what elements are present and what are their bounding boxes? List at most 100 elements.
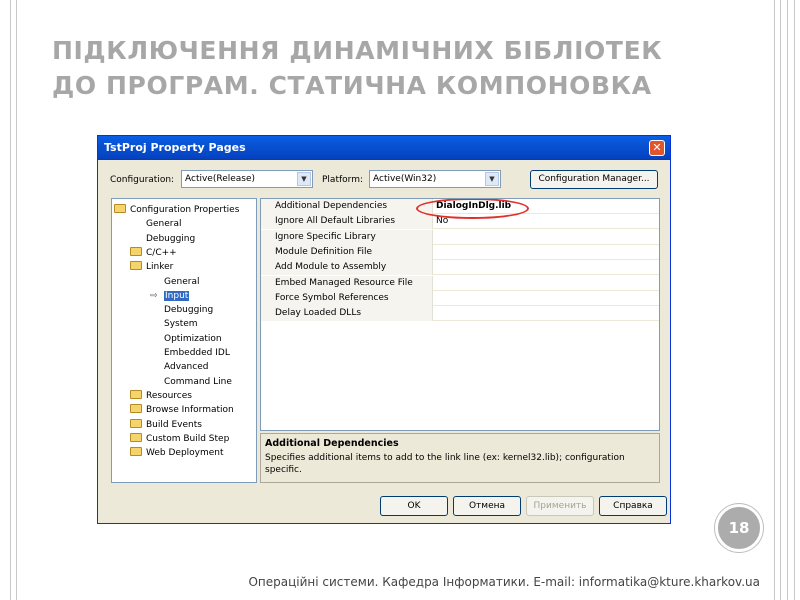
property-row[interactable]: Ignore All Default Libraries No [261, 214, 659, 230]
tree-item[interactable]: General [146, 217, 181, 231]
tree-item-label: Command Line [164, 376, 232, 387]
tree-item-label: Configuration Properties [130, 205, 240, 215]
platform-label: Platform: [322, 175, 363, 185]
property-row[interactable]: Delay Loaded DLLs [261, 306, 659, 322]
property-value[interactable]: DialogInDlg.lib [434, 199, 659, 214]
property-name: Embed Managed Resource File [261, 275, 433, 291]
frame-line-right-4 [794, 0, 795, 600]
chevron-down-icon[interactable]: ▼ [297, 172, 311, 186]
configuration-label: Configuration: [110, 175, 175, 185]
property-name: Delay Loaded DLLs [261, 306, 433, 322]
configuration-select[interactable]: Active(Release) ▼ [181, 170, 313, 188]
close-icon[interactable]: ✕ [649, 140, 665, 156]
tree-item-label: Browse Information [146, 405, 234, 416]
tree-item-label: Custom Build Step [146, 433, 230, 444]
tree-item-label: Optimization [164, 333, 222, 344]
tree-item-label: Advanced [164, 362, 209, 373]
property-value[interactable] [434, 306, 659, 321]
property-row[interactable]: Ignore Specific Library [261, 229, 659, 245]
tree-item[interactable]: System [164, 317, 198, 331]
ok-button[interactable]: OK [380, 496, 448, 516]
selection-arrow-icon: ⇨ [150, 290, 158, 301]
tree-item[interactable]: Advanced [164, 360, 208, 374]
cancel-button[interactable]: Отмена [453, 496, 521, 516]
property-row[interactable]: Module Definition File [261, 244, 659, 260]
apply-button[interactable]: Применить [526, 496, 594, 516]
tree-item-label: Linker [146, 262, 174, 273]
folder-icon [130, 432, 142, 442]
folder-icon [130, 261, 142, 271]
configuration-select-value: Active(Release) [185, 174, 256, 184]
frame-line-left-outer [10, 0, 11, 600]
description-title: Additional Dependencies [265, 438, 399, 449]
description-text: Specifies additional items to add to the… [265, 453, 625, 475]
tree-item[interactable]: Debugging [164, 303, 213, 317]
folder-icon [130, 389, 142, 399]
slide-title-line-1: ПІДКЛЮЧЕННЯ ДИНАМІЧНИХ БІБЛІОТЕК [52, 36, 663, 65]
frame-line-right-3 [787, 0, 788, 600]
tree-item[interactable]: General [164, 275, 199, 289]
tree-item[interactable]: Linker [130, 260, 173, 274]
tree-item[interactable]: Web Deployment [130, 446, 224, 460]
property-value[interactable]: No [434, 214, 659, 229]
configuration-manager-button[interactable]: Configuration Manager... [530, 170, 658, 189]
dialog-titlebar[interactable]: TstProj Property Pages ✕ [98, 136, 670, 160]
property-grid: Additional Dependencies DialogInDlg.lib Ig… [260, 198, 660, 431]
tree-item-label: C/C++ [146, 247, 177, 258]
tree-item[interactable]: ⇨ Input [150, 289, 190, 303]
description-panel: Additional Dependencies Specifies additi… [260, 433, 660, 483]
help-button[interactable]: Справка [599, 496, 667, 516]
property-name: Ignore All Default Libraries [261, 214, 433, 230]
property-row[interactable]: Embed Managed Resource File [261, 275, 659, 291]
tree-item-label: Resources [146, 390, 192, 401]
tree-item[interactable]: Configuration Properties [114, 203, 239, 217]
folder-icon [130, 404, 142, 414]
tree-item-label: Debugging [164, 305, 214, 316]
property-value[interactable] [434, 260, 659, 275]
property-tree: Configuration Properties General Debugging… [111, 198, 257, 483]
chevron-down-icon[interactable]: ▼ [485, 172, 499, 186]
property-value[interactable] [434, 291, 659, 306]
property-value[interactable] [434, 245, 659, 260]
platform-select[interactable]: Active(Win32) ▼ [369, 170, 501, 188]
property-row[interactable]: Add Module to Assembly [261, 260, 659, 276]
property-name: Add Module to Assembly [261, 260, 433, 276]
tree-item[interactable]: Command Line [164, 375, 232, 389]
tree-item[interactable]: Embedded IDL [164, 346, 230, 360]
folder-icon [114, 204, 126, 213]
tree-item[interactable]: Resources [130, 389, 192, 403]
tree-item-label: General [164, 276, 200, 287]
platform-select-value: Active(Win32) [373, 174, 437, 184]
property-row[interactable]: Additional Dependencies DialogInDlg.lib [261, 199, 659, 214]
slide-title-line-2: ДО ПРОГРАМ. СТАТИЧНА КОМПОНОВКА [52, 71, 652, 100]
tree-item-label: System [164, 319, 198, 330]
tree-item-label: Input [164, 290, 190, 301]
property-pages-dialog: TstProj Property Pages ✕ Configuration: … [97, 135, 671, 524]
property-name: Force Symbol References [261, 290, 433, 306]
folder-icon [130, 447, 142, 457]
property-name: Ignore Specific Library [261, 229, 433, 245]
tree-item-label: General [146, 219, 182, 230]
folder-icon [130, 418, 142, 428]
tree-item[interactable]: Optimization [164, 332, 222, 346]
property-name: Additional Dependencies [261, 199, 433, 214]
tree-item[interactable]: Build Events [130, 418, 202, 432]
slide-title: ПІДКЛЮЧЕННЯ ДИНАМІЧНИХ БІБЛІОТЕК ДО ПРОГ… [52, 33, 752, 103]
property-row[interactable]: Force Symbol References [261, 290, 659, 306]
folder-icon [130, 246, 142, 256]
property-value[interactable] [434, 276, 659, 291]
frame-line-right-1 [774, 0, 775, 600]
footer-text: Операційні системи. Кафедра Інформатики.… [248, 575, 760, 589]
frame-line-right-2 [780, 0, 781, 600]
tree-item-label: Build Events [146, 419, 202, 430]
tree-item[interactable]: Debugging [146, 232, 195, 246]
tree-item[interactable]: C/C++ [130, 246, 177, 260]
frame-line-left-inner [16, 0, 17, 600]
configuration-row: Configuration: Active(Release) ▼ Platfor… [98, 170, 672, 190]
tree-item[interactable]: Browse Information [130, 403, 234, 417]
dialog-title: TstProj Property Pages [104, 141, 246, 154]
tree-item[interactable]: Custom Build Step [130, 432, 229, 446]
property-value[interactable] [434, 230, 659, 245]
property-name: Module Definition File [261, 244, 433, 260]
tree-item-label: Web Deployment [146, 448, 224, 459]
